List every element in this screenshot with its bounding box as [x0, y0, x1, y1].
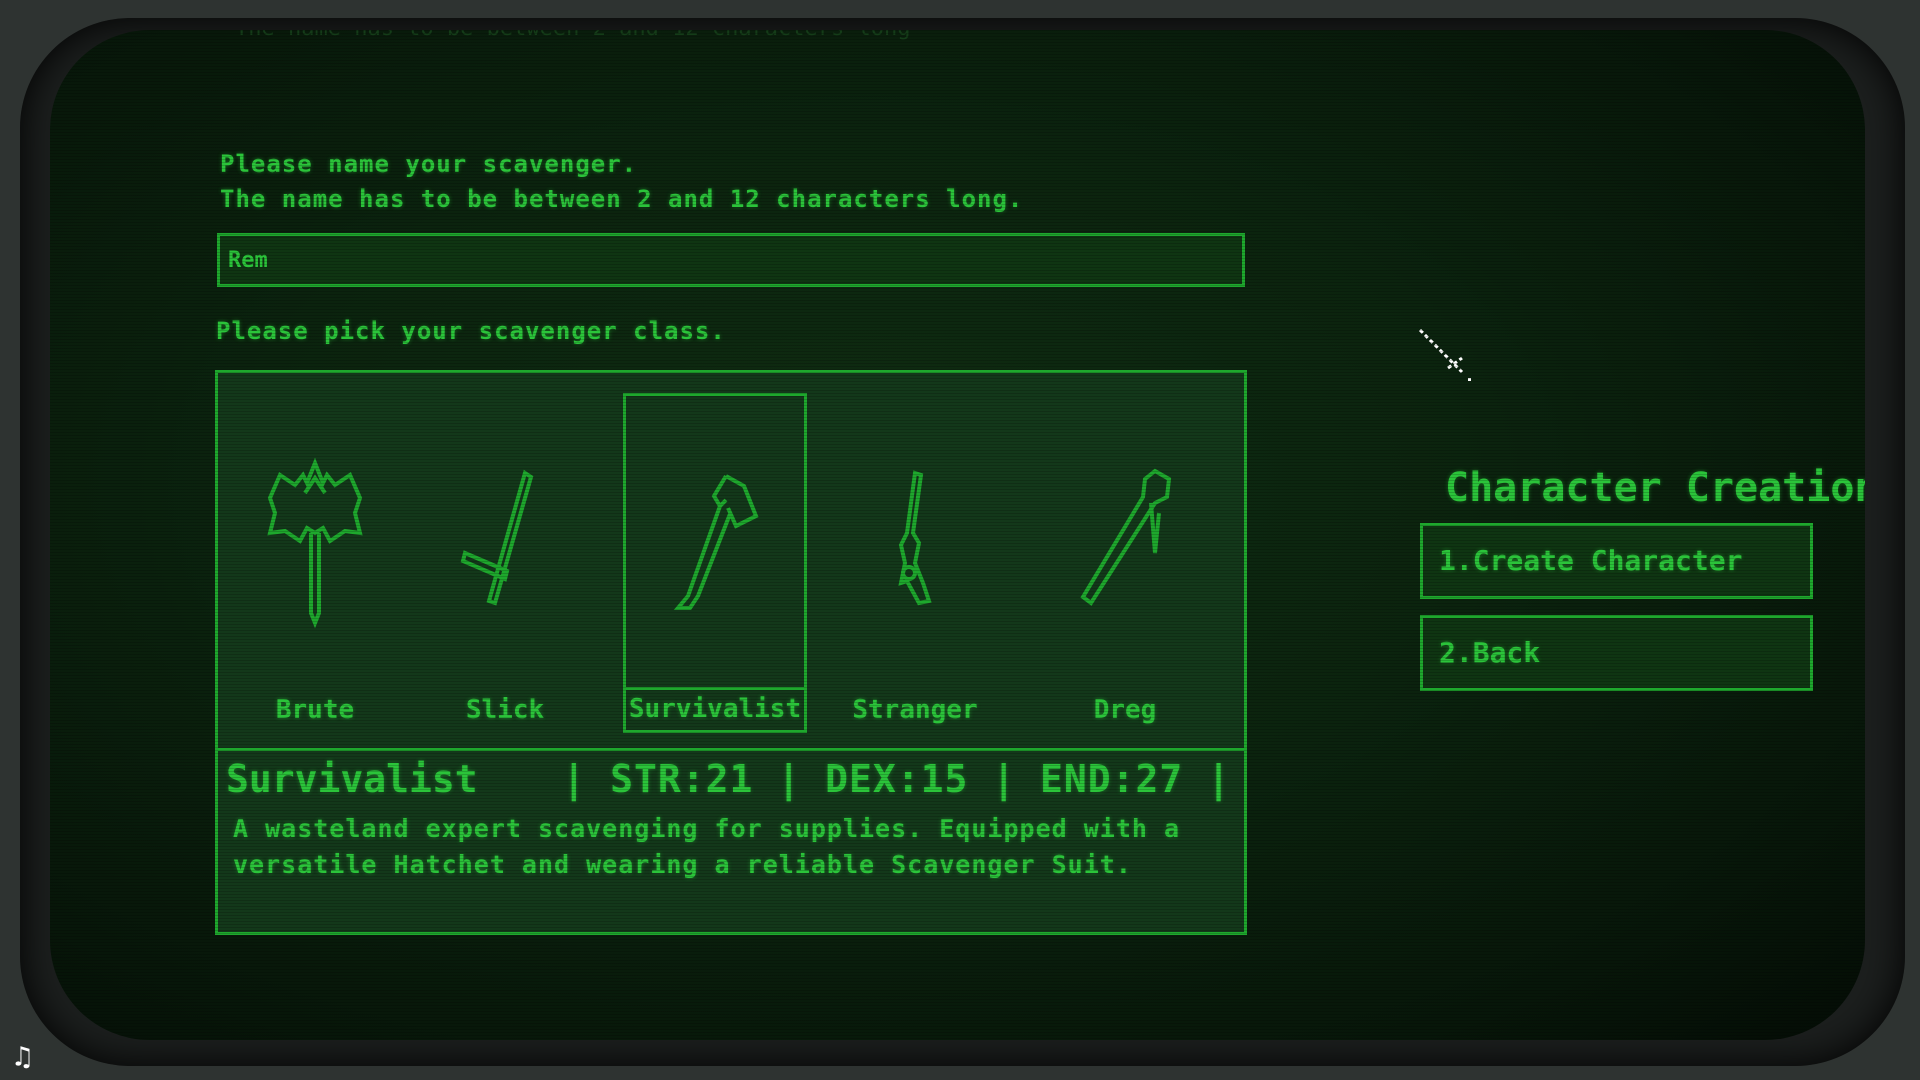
- class-option-dreg[interactable]: Dreg: [1033, 393, 1217, 733]
- class-option-stranger[interactable]: Stranger: [823, 393, 1007, 733]
- class-option-survivalist[interactable]: Survivalist: [623, 393, 807, 733]
- class-detail-box: Survivalist | STR:21 | DEX:15 | END:27 |…: [218, 748, 1244, 932]
- name-prompt-line1: Please name your scavenger.: [220, 150, 638, 178]
- scavenger-name-input[interactable]: [217, 233, 1245, 287]
- class-description: A wasteland expert scavenging for suppli…: [233, 814, 1181, 879]
- music-note-icon[interactable]: ♫: [14, 1043, 31, 1071]
- class-label: Dreg: [1093, 695, 1157, 725]
- create-character-button[interactable]: 1.Create Character: [1420, 523, 1813, 599]
- crosshair-cursor-icon: [1418, 328, 1471, 381]
- class-label: Survivalist: [626, 687, 804, 730]
- club-icon: [1080, 468, 1172, 606]
- hatchet-icon: [673, 474, 759, 610]
- class-option-brute[interactable]: Brute: [223, 393, 407, 733]
- revolver-icon: [898, 470, 932, 606]
- class-label: Slick: [465, 695, 545, 725]
- double-axe-icon: [267, 457, 363, 629]
- class-stats: | STR:21 | DEX:15 | END:27 |: [562, 757, 1231, 801]
- crt-screen: The name has to be between 2 and 12 char…: [50, 30, 1865, 1040]
- class-label: Brute: [275, 695, 355, 725]
- menu-title: Character Creation: [1445, 465, 1865, 511]
- game-window: The name has to be between 2 and 12 char…: [0, 0, 1920, 1080]
- class-selection-panel: Brute Slick Survivalist Stranger Dreg Su…: [215, 370, 1247, 935]
- class-option-slick[interactable]: Slick: [413, 393, 597, 733]
- name-prompt-line2: The name has to be between 2 and 12 char…: [220, 185, 1024, 213]
- class-label: Stranger: [852, 695, 978, 725]
- selected-class-name: Survivalist: [226, 757, 478, 801]
- baton-icon: [460, 469, 534, 606]
- ghost-text: The name has to be between 2 and 12 char…: [235, 30, 911, 41]
- back-button[interactable]: 2.Back: [1420, 615, 1813, 691]
- class-prompt: Please pick your scavenger class.: [216, 317, 726, 345]
